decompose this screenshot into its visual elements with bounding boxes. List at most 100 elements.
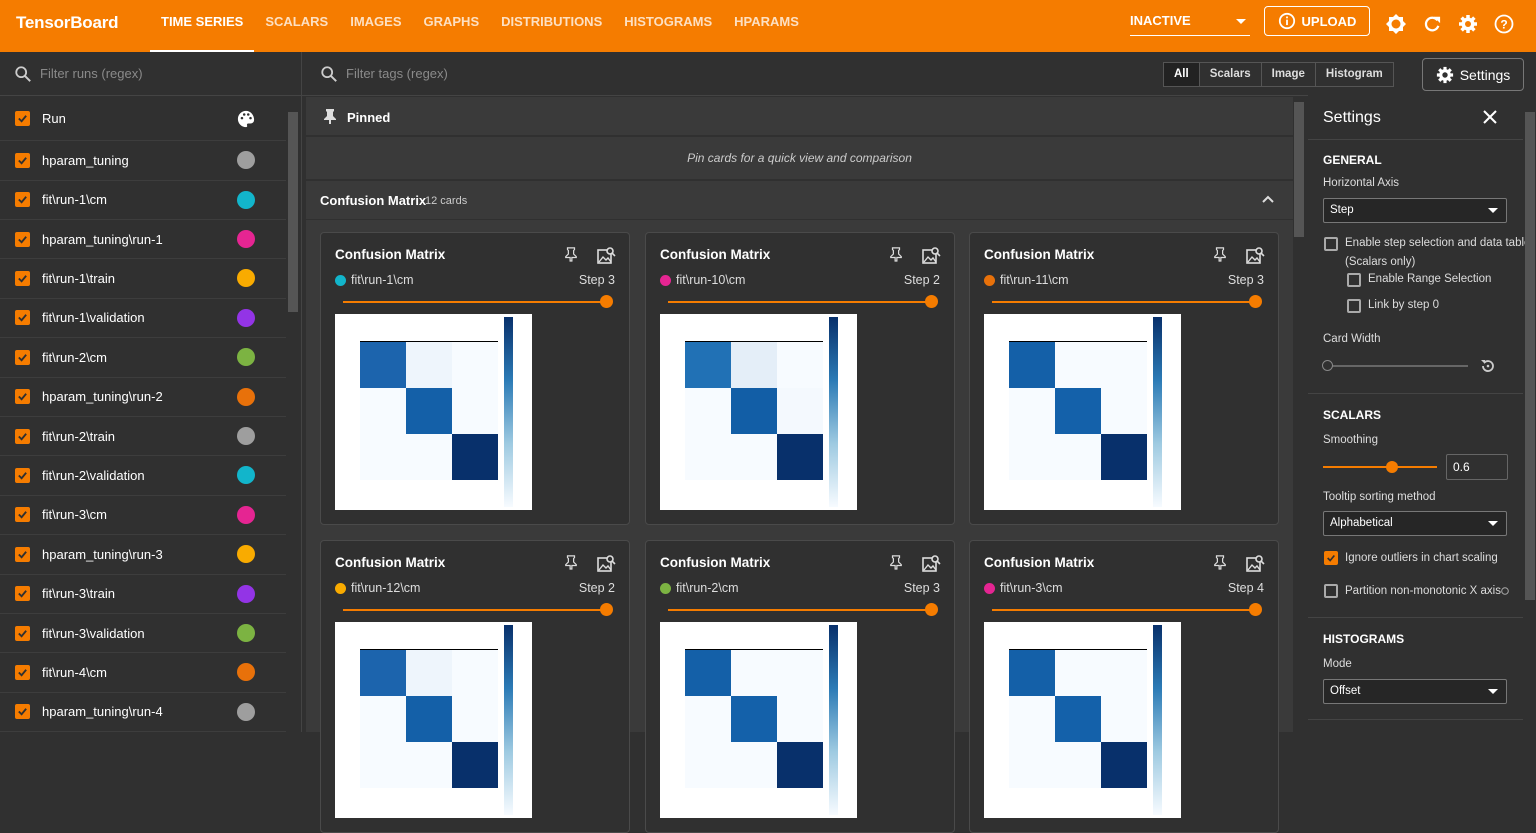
step-slider-knob[interactable] xyxy=(1249,295,1262,308)
runs-filter[interactable]: Filter runs (regex) xyxy=(0,52,301,96)
smoothing-knob[interactable] xyxy=(1386,461,1398,473)
run-color-swatch[interactable] xyxy=(237,466,255,485)
run-row[interactable]: hparam_tuning\run-4 xyxy=(0,693,286,732)
settings-scrollbar[interactable] xyxy=(1525,112,1535,600)
run-checkbox[interactable] xyxy=(15,349,30,365)
run-checkbox[interactable] xyxy=(15,270,30,286)
step-slider[interactable] xyxy=(668,295,938,308)
run-color-swatch[interactable] xyxy=(237,230,255,249)
close-icon[interactable] xyxy=(1483,110,1497,124)
run-row[interactable]: fit\run-4\cm xyxy=(0,653,286,693)
horizontal-axis-select[interactable]: Step xyxy=(1323,198,1507,223)
brightness-icon[interactable] xyxy=(1385,13,1407,35)
confusion-matrix-image[interactable] xyxy=(660,622,857,818)
run-row[interactable]: fit\run-3\train xyxy=(0,574,286,614)
run-color-swatch[interactable] xyxy=(237,427,255,446)
card-width-knob[interactable] xyxy=(1322,360,1333,371)
select-all-checkbox[interactable] xyxy=(15,111,30,126)
tooltip-sort-select[interactable]: Alphabetical xyxy=(1323,511,1507,536)
image-search-icon[interactable] xyxy=(596,554,616,574)
step-selection-checkbox[interactable] xyxy=(1324,237,1338,251)
run-row[interactable]: fit\run-2\validation xyxy=(0,456,286,496)
range-selection-checkbox[interactable] xyxy=(1347,273,1361,287)
run-checkbox[interactable] xyxy=(15,664,30,680)
pin-icon[interactable] xyxy=(564,554,578,570)
run-row[interactable]: hparam_tuning\run-3 xyxy=(0,535,286,575)
tab-images[interactable]: IMAGES xyxy=(339,0,412,52)
filter-all[interactable]: All xyxy=(1164,63,1200,86)
run-row[interactable]: fit\run-1\cm xyxy=(0,180,286,220)
run-checkbox[interactable] xyxy=(15,389,30,405)
settings-button[interactable]: Settings xyxy=(1422,58,1524,91)
pin-icon[interactable] xyxy=(889,246,903,262)
step-slider[interactable] xyxy=(343,603,613,616)
ignore-outliers-checkbox[interactable] xyxy=(1324,551,1338,565)
confusion-matrix-image[interactable] xyxy=(984,314,1181,510)
step-slider-knob[interactable] xyxy=(1249,603,1262,616)
run-color-swatch[interactable] xyxy=(237,505,255,524)
smoothing-slider[interactable] xyxy=(1323,461,1437,473)
run-checkbox[interactable] xyxy=(15,625,30,641)
image-search-icon[interactable] xyxy=(921,554,941,574)
run-checkbox[interactable] xyxy=(15,310,30,326)
run-checkbox[interactable] xyxy=(15,704,30,720)
run-color-swatch[interactable] xyxy=(237,702,255,721)
run-checkbox[interactable] xyxy=(15,192,30,208)
mode-select[interactable]: Offset xyxy=(1323,679,1507,704)
tab-scalars[interactable]: SCALARS xyxy=(254,0,339,52)
pin-icon[interactable] xyxy=(564,246,578,262)
tab-graphs[interactable]: GRAPHS xyxy=(413,0,491,52)
partition-checkbox[interactable] xyxy=(1324,584,1338,598)
step-slider[interactable] xyxy=(668,603,938,616)
confusion-matrix-image[interactable] xyxy=(335,314,532,510)
run-color-swatch[interactable] xyxy=(237,545,255,564)
image-search-icon[interactable] xyxy=(596,246,616,266)
run-checkbox[interactable] xyxy=(15,467,30,483)
run-color-swatch[interactable] xyxy=(237,663,255,682)
pin-icon[interactable] xyxy=(1213,246,1227,262)
image-search-icon[interactable] xyxy=(921,246,941,266)
run-row[interactable]: hparam_tuning xyxy=(0,141,286,181)
step-slider[interactable] xyxy=(992,295,1262,308)
run-row[interactable]: fit\run-1\validation xyxy=(0,299,286,339)
step-slider[interactable] xyxy=(343,295,613,308)
step-slider-knob[interactable] xyxy=(600,295,613,308)
run-color-swatch[interactable] xyxy=(237,308,255,327)
run-row[interactable]: fit\run-3\validation xyxy=(0,614,286,654)
run-color-swatch[interactable] xyxy=(237,151,255,170)
step-slider[interactable] xyxy=(992,603,1262,616)
run-color-swatch[interactable] xyxy=(237,584,255,603)
confusion-matrix-image[interactable] xyxy=(660,314,857,510)
run-checkbox[interactable] xyxy=(15,231,30,247)
filter-scalars[interactable]: Scalars xyxy=(1200,63,1262,86)
filter-image[interactable]: Image xyxy=(1262,63,1316,86)
runs-scrollbar[interactable] xyxy=(288,112,298,312)
help-icon[interactable]: ? xyxy=(1493,13,1515,35)
run-row[interactable]: hparam_tuning\run-1 xyxy=(0,220,286,260)
palette-icon[interactable] xyxy=(237,110,255,128)
pin-icon[interactable] xyxy=(889,554,903,570)
tab-hparams[interactable]: HPARAMS xyxy=(723,0,810,52)
run-color-swatch[interactable] xyxy=(237,387,255,406)
tab-histograms[interactable]: HISTOGRAMS xyxy=(613,0,723,52)
step-slider-knob[interactable] xyxy=(925,295,938,308)
run-row[interactable]: fit\run-1\train xyxy=(0,259,286,299)
confusion-matrix-image[interactable] xyxy=(984,622,1181,818)
reset-icon[interactable] xyxy=(1480,358,1496,374)
run-row[interactable]: fit\run-2\train xyxy=(0,417,286,457)
image-search-icon[interactable] xyxy=(1245,246,1265,266)
link-step-checkbox[interactable] xyxy=(1347,299,1361,313)
plugin-select[interactable]: INACTIVE xyxy=(1130,13,1250,36)
group-header[interactable]: Confusion Matrix 12 cards xyxy=(306,181,1293,219)
step-slider-knob[interactable] xyxy=(600,603,613,616)
tab-time-series[interactable]: TIME SERIES xyxy=(150,0,255,52)
run-checkbox[interactable] xyxy=(15,586,30,602)
run-checkbox[interactable] xyxy=(15,507,30,523)
tags-filter[interactable]: Filter tags (regex) xyxy=(302,52,1308,96)
chevron-up-icon[interactable] xyxy=(1261,194,1275,204)
pin-icon[interactable] xyxy=(1213,554,1227,570)
refresh-icon[interactable] xyxy=(1421,13,1443,35)
tab-distributions[interactable]: DISTRIBUTIONS xyxy=(490,0,613,52)
run-row[interactable]: hparam_tuning\run-2 xyxy=(0,377,286,417)
image-search-icon[interactable] xyxy=(1245,554,1265,574)
